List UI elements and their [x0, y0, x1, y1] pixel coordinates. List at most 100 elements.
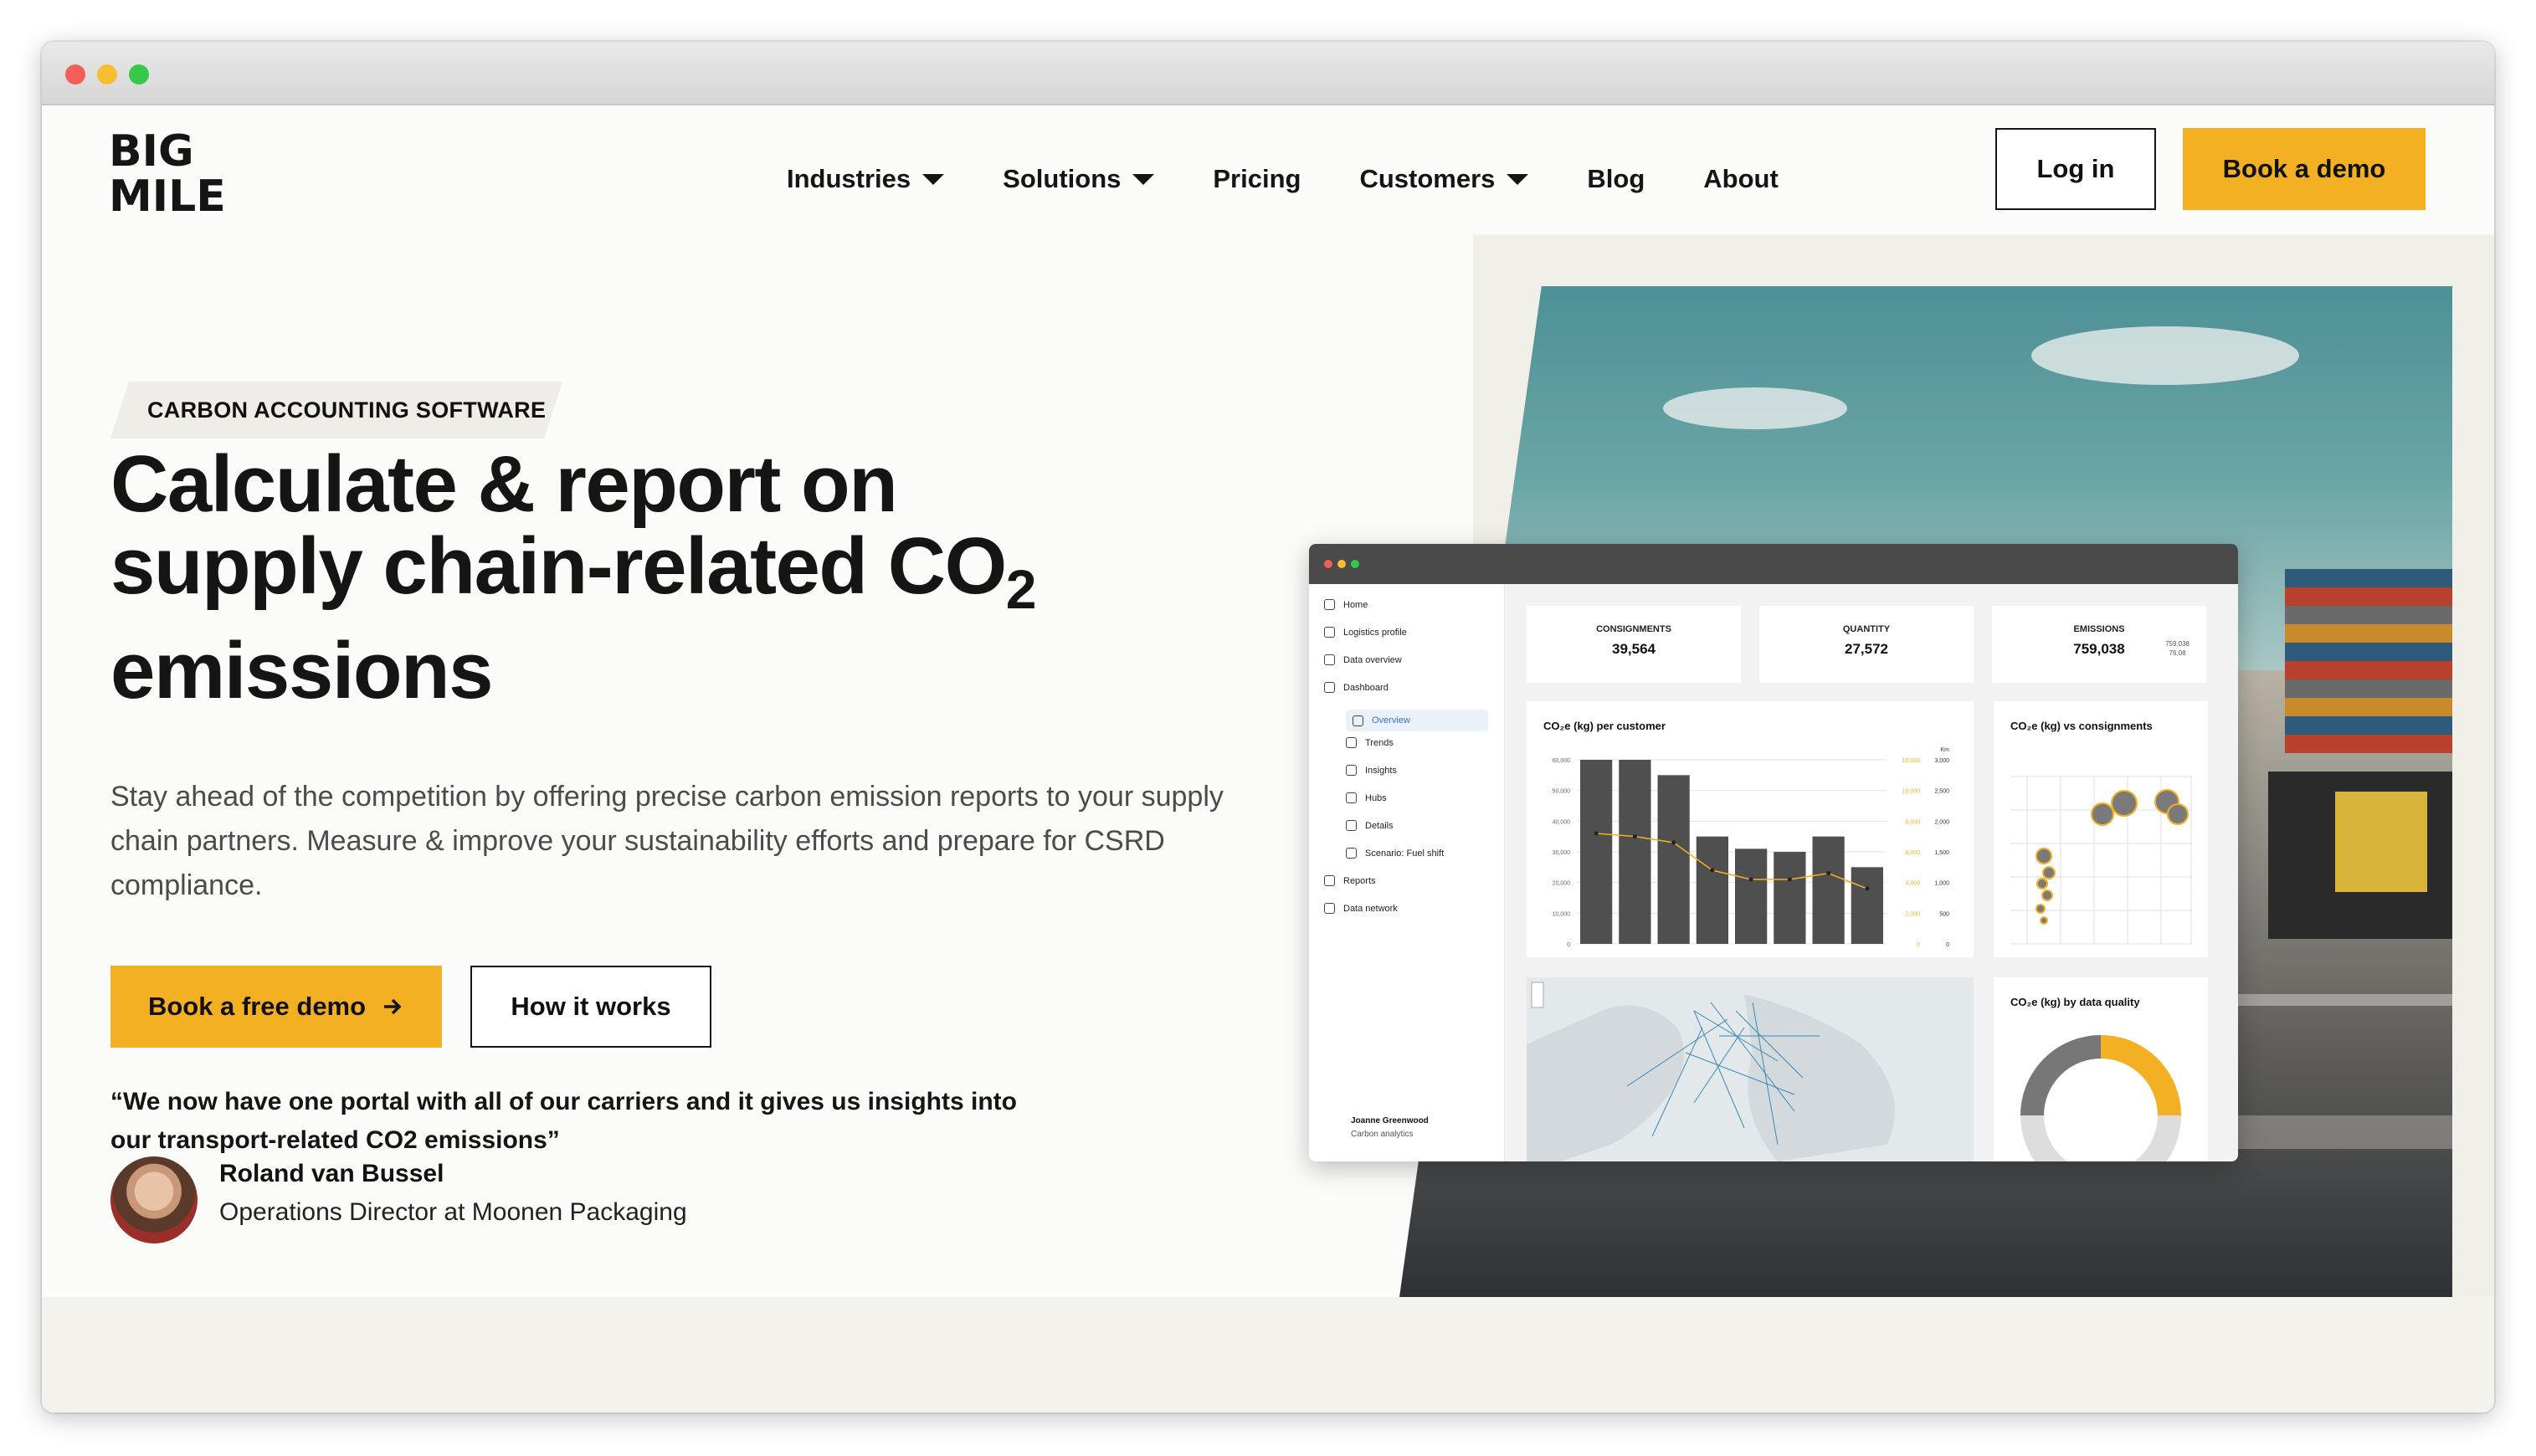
- nav-pricing[interactable]: Pricing: [1213, 164, 1301, 194]
- caret-down-icon: [1507, 173, 1529, 185]
- trend-point: [1671, 840, 1676, 845]
- document-icon: [1324, 654, 1335, 665]
- report-icon: [1324, 875, 1335, 886]
- y2-tick-label: 1,500: [1934, 850, 1949, 856]
- kpi-extra-2: 76,08: [2169, 649, 2186, 657]
- svg-text:BIG: BIG: [109, 129, 194, 177]
- dash-dot: [1324, 560, 1332, 568]
- svg-text:MILE: MILE: [109, 172, 226, 216]
- bar: [1619, 760, 1651, 944]
- y-tick-label: 20,000: [1553, 881, 1571, 887]
- y-tick-label: 0: [1567, 942, 1570, 948]
- book-free-demo-button[interactable]: Book a free demo: [110, 966, 442, 1048]
- sidebar-item-reports[interactable]: Reports: [1324, 875, 1376, 886]
- trend-point: [1826, 871, 1831, 876]
- bar-chart: 60,000 10,000 3,000 50,000 10,000 2,500 40,000…: [1553, 747, 1950, 948]
- minimize-window-button[interactable]: [97, 64, 117, 85]
- testimonial-avatar: [110, 1156, 198, 1243]
- y2-tick-label: 2,000: [1934, 819, 1949, 825]
- sidebar-item-home[interactable]: Home: [1324, 599, 1368, 610]
- caret-down-icon: [922, 173, 945, 185]
- sidebar-item-label: Trends: [1365, 737, 1394, 748]
- kpi-value: 27,572: [1845, 641, 1888, 657]
- train-yellow-front: [2335, 792, 2427, 892]
- panel-per-customer: CO₂e (kg) per customer 60,000 10,000 3,000…: [1527, 701, 1974, 957]
- overview-icon: [1353, 715, 1363, 726]
- y-tick-label: 40,000: [1553, 819, 1571, 825]
- sidebar-item-data-network[interactable]: Data network: [1324, 903, 1398, 914]
- sidebar-item-label: Reports: [1343, 875, 1376, 886]
- trend-point: [1748, 877, 1753, 882]
- sidebar-item-logistics-profile[interactable]: Logistics profile: [1324, 627, 1407, 638]
- login-button[interactable]: Log in: [1995, 128, 2156, 210]
- sidebar-item-label: Hubs: [1365, 792, 1387, 803]
- nav-industries[interactable]: Industries: [787, 164, 945, 194]
- y3-tick-label: 10,000: [1902, 758, 1921, 764]
- trend-icon: [1346, 737, 1357, 748]
- sidebar-item-scenario-fuel-shift[interactable]: Scenario: Fuel shift: [1346, 848, 1444, 859]
- sidebar-item-insights[interactable]: Insights: [1346, 765, 1397, 776]
- dashboard-main: CONSIGNMENTS 39,564 QUANTITY 27,572 EMIS…: [1505, 584, 2238, 1161]
- nav-solutions[interactable]: Solutions: [1003, 164, 1155, 194]
- route-map: [1527, 982, 1895, 1161]
- sidebar-item-trends[interactable]: Trends: [1346, 737, 1394, 748]
- y3-tick-label: 6,000: [1905, 850, 1920, 856]
- dashboard-sidebar: Joanne Greenwood Carbon analytics Home Lo…: [1309, 584, 1505, 1161]
- sidebar-item-label: Data network: [1343, 903, 1398, 914]
- browser-window: BIG MILE Industries Solutions Pricing Custo…: [42, 42, 2494, 1412]
- hero-headline: Calculate & report on supply chain-relat…: [110, 443, 1249, 712]
- nav-about[interactable]: About: [1703, 164, 1779, 194]
- sidebar-item-label: Home: [1343, 599, 1368, 610]
- how-it-works-button[interactable]: How it works: [470, 966, 711, 1048]
- trend-point: [1594, 831, 1599, 836]
- y3-tick-label: 10,000: [1902, 789, 1921, 795]
- kpi-emissions: EMISSIONS 759,038 759,038 76,08: [1992, 606, 2206, 683]
- sidebar-item-hubs[interactable]: Hubs: [1346, 792, 1387, 803]
- list-icon: [1346, 820, 1357, 831]
- bar: [1657, 775, 1690, 944]
- big-mile-logo[interactable]: BIG MILE: [109, 129, 234, 216]
- trend-point: [1865, 886, 1870, 891]
- y2-tick-label: 500: [1939, 911, 1949, 917]
- headline-line-3: emissions: [110, 626, 494, 715]
- trend-point: [1787, 877, 1792, 882]
- dashboard-icon: [1324, 682, 1335, 693]
- sidebar-item-details[interactable]: Details: [1346, 820, 1394, 831]
- network-icon: [1324, 903, 1335, 914]
- nav-label: Pricing: [1213, 164, 1301, 193]
- trend-point: [1632, 834, 1637, 839]
- nav-label: Solutions: [1003, 164, 1122, 193]
- kpi-label: EMISSIONS: [2073, 624, 2125, 634]
- maximize-window-button[interactable]: [129, 64, 149, 85]
- nav-label: Industries: [787, 164, 911, 193]
- bar: [1851, 867, 1883, 944]
- panel-data-quality: CO₂e (kg) by data quality: [1994, 977, 2208, 1161]
- testimonial-name: Roland van Bussel: [219, 1160, 444, 1187]
- nav-customers[interactable]: Customers: [1359, 164, 1529, 194]
- kpi-consignments: CONSIGNMENTS 39,564: [1527, 606, 1741, 683]
- page: BIG MILE Industries Solutions Pricing Custo…: [42, 105, 2494, 1412]
- nav-blog[interactable]: Blog: [1587, 164, 1645, 194]
- sidebar-item-overview[interactable]: Overview: [1346, 710, 1488, 731]
- y3-tick-label: 2,000: [1905, 911, 1920, 917]
- caret-down-icon: [1132, 173, 1155, 185]
- hero-description: Stay ahead of the competition by offerin…: [110, 781, 1224, 901]
- headline-line-2-text: supply chain-related CO: [110, 521, 1007, 611]
- y-tick-label: 30,000: [1553, 850, 1571, 856]
- nav-label: Blog: [1587, 164, 1645, 193]
- scatter-chart: [2010, 776, 2192, 945]
- kpi-label: QUANTITY: [1842, 624, 1891, 634]
- sidebar-item-data-overview[interactable]: Data overview: [1324, 654, 1402, 665]
- book-demo-button[interactable]: Book a demo: [2183, 128, 2426, 210]
- shipping-containers: [2285, 569, 2452, 754]
- book-free-demo-label: Book a free demo: [147, 992, 367, 1021]
- testimonial-role: Operations Director at Moonen Packaging: [219, 1198, 687, 1226]
- bar: [1735, 848, 1768, 944]
- y-tick-label: 10,000: [1553, 911, 1571, 917]
- dash-dot: [1337, 560, 1346, 568]
- sidebar-item-label: Scenario: Fuel shift: [1365, 848, 1445, 859]
- sidebar-item-dashboard[interactable]: Dashboard: [1324, 682, 1389, 693]
- dashboard-user-role: Carbon analytics: [1351, 1130, 1414, 1139]
- close-window-button[interactable]: [65, 64, 85, 85]
- y3-tick-label: 0: [1917, 942, 1920, 948]
